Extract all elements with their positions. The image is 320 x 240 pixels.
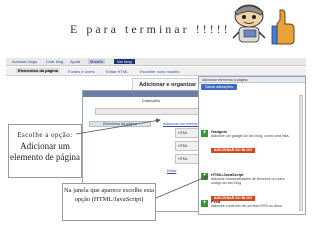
sidebar-box[interactable]: Elementos da página	[89, 121, 151, 127]
nav-link-acessar[interactable]: Acessar blogs	[12, 59, 37, 64]
add-gadget-title-bar: Adicionar elemento à página	[199, 77, 305, 83]
add-to-blog-button[interactable]: ADICIONAR AO BLOG	[211, 148, 255, 154]
html-gadget-label: HTML	[178, 157, 188, 161]
plus-icon[interactable]: +	[201, 200, 208, 207]
sidebar-box-label: Elementos da página	[103, 122, 137, 126]
subnav-elementos[interactable]: Elementos da página	[16, 68, 61, 73]
save-changes-button[interactable]: Salvar alterações	[201, 84, 237, 90]
callout-html-javascript: Na janela que aparece escolhe esta opção…	[62, 183, 156, 221]
html-gadget-label: HTML	[178, 144, 188, 148]
top-navigation: Acessar blogs Criar blog Ajuda Modelo Ve…	[6, 58, 306, 66]
header-gadget[interactable]	[95, 108, 213, 115]
sub-navigation: Elementos da página Fontes e cores Edita…	[6, 67, 306, 76]
tab-modelo[interactable]: Modelo	[88, 59, 106, 64]
plus-icon[interactable]: +	[201, 173, 208, 180]
gadget-description: Adicione um gadget do seu blog, como uma…	[211, 134, 290, 138]
plus-icon[interactable]: +	[201, 130, 208, 137]
callout-line: Escolhe a opção:	[17, 131, 73, 139]
gadget-option-gadgets: + Gadgets Adicione um gadget do seu blog…	[201, 129, 295, 156]
nav-link-ajuda[interactable]: Ajuda	[70, 59, 80, 64]
callout-choose-option: Escolhe a opção: Adicionar um elemento d…	[8, 124, 82, 178]
add-gadget-window: Adicionar elemento à página Salvar alter…	[198, 76, 306, 215]
subnav-novo-modelo[interactable]: Escolher novo modelo	[140, 69, 180, 74]
gadget-description: Adicione funcionalidades de terceiros ou…	[211, 177, 285, 186]
tab-ver-blog[interactable]: Ver blog	[114, 59, 135, 64]
add-gadget-title: Adicionar elemento à página	[202, 78, 248, 82]
callout-line: Adicionar um	[20, 141, 70, 151]
cartoon-character-icon	[232, 4, 266, 43]
gadget-description: Adicione conteúdo de um feed RSS ou Atom…	[211, 204, 284, 208]
subnav-editar-html[interactable]: Editar HTML	[106, 69, 128, 74]
slide-title: E para terminar !!!!!	[70, 22, 231, 36]
gadget-option-feed: + Feed Adicione conteúdo de um feed RSS …	[201, 199, 295, 208]
thumbs-up-icon	[271, 9, 295, 45]
edit-link[interactable]: Editar	[167, 169, 176, 173]
callout-line: elemento de página	[10, 152, 80, 162]
subnav-fontes[interactable]: Fontes e cores	[68, 69, 94, 74]
html-gadget-label: HTML	[178, 131, 188, 135]
nav-link-criar[interactable]: Criar blog	[46, 59, 63, 64]
scrollbar[interactable]	[299, 95, 303, 211]
